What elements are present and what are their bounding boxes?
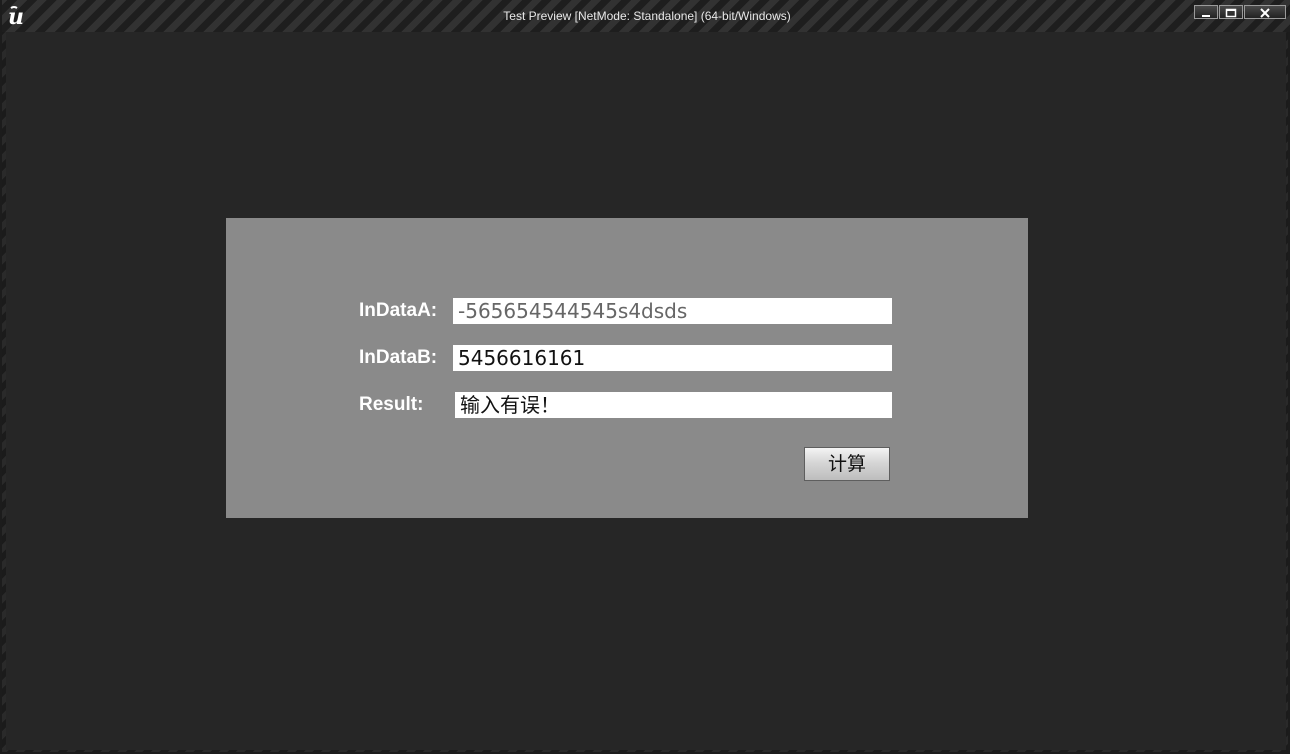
minimize-button[interactable] — [1194, 5, 1218, 19]
minimize-icon — [1201, 3, 1211, 22]
close-icon — [1259, 3, 1271, 22]
result-field: 输入有误！ — [455, 392, 892, 418]
titlebar[interactable]: u Test Preview [NetMode: Standalone] (64… — [2, 0, 1290, 32]
in-data-a-input[interactable]: -565654544545s4dsds — [453, 298, 892, 324]
window-controls — [1193, 5, 1286, 19]
result-label: Result: — [359, 394, 424, 415]
window-title: Test Preview [NetMode: Standalone] (64-b… — [503, 9, 791, 23]
app-window: u Test Preview [NetMode: Standalone] (64… — [0, 0, 1290, 754]
maximize-icon — [1225, 3, 1237, 22]
calculate-button[interactable]: 计算 — [804, 447, 890, 481]
maximize-button[interactable] — [1219, 5, 1243, 19]
close-button[interactable] — [1244, 5, 1286, 19]
calculator-panel: InDataA: -565654544545s4dsds InDataB: 54… — [226, 218, 1028, 518]
in-data-a-label: InDataA: — [359, 300, 438, 321]
in-data-b-label: InDataB: — [359, 347, 438, 368]
in-data-b-input[interactable]: 5456616161 — [453, 345, 892, 371]
